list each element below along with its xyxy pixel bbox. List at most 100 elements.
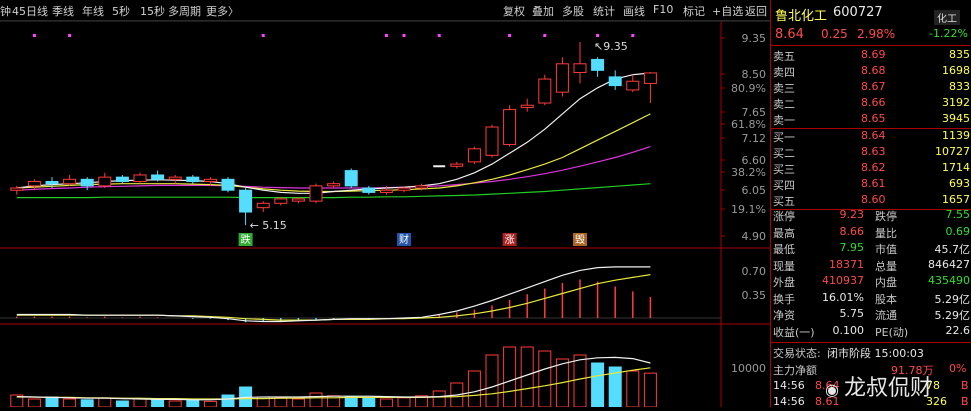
- stat-label: 股本: [875, 292, 897, 306]
- stat-value: 846427: [928, 257, 970, 271]
- toolbar-item[interactable]: 叠加: [532, 3, 554, 19]
- candle-body[interactable]: [221, 178, 235, 191]
- candle-body[interactable]: [133, 174, 147, 183]
- candle-body[interactable]: [309, 185, 323, 202]
- level-price: 8.64: [861, 129, 886, 142]
- candle-body[interactable]: [80, 178, 94, 187]
- candle-body[interactable]: [379, 189, 393, 193]
- candle-body[interactable]: [115, 176, 129, 183]
- candle-body[interactable]: [397, 187, 411, 191]
- toolbar-item[interactable]: 多周期: [168, 3, 201, 19]
- candle-body[interactable]: [151, 174, 165, 180]
- level-volume: 1139: [942, 129, 970, 142]
- divider: [771, 342, 971, 343]
- price-tick-label: 9.35: [742, 32, 767, 45]
- toolbar-item[interactable]: 返回: [745, 3, 767, 19]
- order-level: 买四 8.61 693: [771, 176, 971, 193]
- order-level: 卖五 8.69 835: [771, 47, 971, 64]
- candle-body[interactable]: [591, 58, 605, 71]
- last-price: 8.64: [775, 27, 804, 42]
- level-volume: 833: [949, 80, 970, 93]
- candle-body[interactable]: [503, 109, 517, 145]
- volume-bar: [538, 350, 552, 407]
- stock-name[interactable]: 鲁北化工: [775, 5, 827, 24]
- candle-body[interactable]: [573, 63, 587, 74]
- tick-time: 14:56: [773, 379, 805, 392]
- candle-body[interactable]: [485, 126, 499, 156]
- level-label: 卖五: [773, 50, 795, 63]
- sector-pct: -1.22%: [929, 27, 968, 40]
- candle-body[interactable]: [538, 78, 552, 104]
- toolbar-item[interactable]: 季线: [52, 3, 74, 19]
- signal-dot: [261, 34, 265, 37]
- toolbar-item[interactable]: 统计: [593, 3, 615, 19]
- chart-toolbar: 钟 45日线 季线 年线 5秒 15秒 多周期 更多〉 复权 叠加 多股 统计 画线 F10 标记 +自选 返回: [0, 0, 770, 21]
- kline-chart[interactable]: 9.358.5080.9%7.6561.8%7.126.6038.2%6.051…: [0, 20, 770, 407]
- stat-value: 9.23: [839, 208, 865, 221]
- level-label: 买一: [773, 131, 795, 144]
- candle-body[interactable]: [203, 178, 217, 183]
- level-price: 8.62: [861, 161, 886, 174]
- stock-header: 鲁北化工 600727 化工: [771, 4, 971, 26]
- candle-body[interactable]: [63, 178, 77, 185]
- level-price: 8.60: [861, 193, 886, 206]
- candle-body[interactable]: [291, 198, 305, 202]
- toolbar-item[interactable]: 标记: [683, 3, 705, 19]
- candle-body[interactable]: [608, 76, 622, 87]
- stat-value: 22.6: [945, 323, 971, 337]
- stat-value: 410937: [822, 274, 864, 287]
- volume-bar: [591, 362, 605, 407]
- candle-body[interactable]: [239, 189, 253, 213]
- candle-body[interactable]: [433, 165, 446, 168]
- level-price: 8.68: [861, 64, 886, 77]
- candle-body[interactable]: [415, 185, 429, 189]
- toolbar-item[interactable]: 5秒: [112, 3, 130, 19]
- toolbar-item[interactable]: 复权: [503, 3, 525, 19]
- weibo-icon: ◉: [825, 380, 845, 399]
- stat-value: 7.55: [945, 208, 971, 221]
- candle-body[interactable]: [626, 80, 640, 91]
- candle-body[interactable]: [168, 176, 182, 180]
- candle-body[interactable]: [98, 176, 112, 187]
- signal-dot: [543, 34, 547, 37]
- candle-body[interactable]: [10, 187, 24, 191]
- toolbar-item[interactable]: 多股: [562, 3, 584, 19]
- toolbar-item[interactable]: +自选: [712, 3, 743, 19]
- toolbar-item[interactable]: 更多〉: [206, 3, 239, 19]
- candle-body[interactable]: [327, 183, 341, 187]
- macd-tick-label: 0.35: [742, 289, 767, 302]
- toolbar-item[interactable]: 钟: [0, 3, 11, 19]
- level-volume: 3945: [942, 112, 970, 125]
- signal-dot: [402, 34, 406, 37]
- candle-body[interactable]: [555, 63, 569, 93]
- order-level: 卖一 8.65 3945: [771, 111, 971, 128]
- toolbar-item[interactable]: 画线: [623, 3, 645, 19]
- candle-body[interactable]: [256, 202, 270, 209]
- candle-body[interactable]: [274, 198, 288, 204]
- tick-time: 14:56: [773, 395, 805, 408]
- stat-label: 净资: [773, 309, 795, 322]
- toolbar-item[interactable]: F10: [653, 3, 673, 16]
- candle-body[interactable]: [186, 176, 200, 183]
- candle-body[interactable]: [450, 163, 464, 167]
- toolbar-item[interactable]: 15秒: [140, 3, 165, 19]
- price-change: 0.25: [821, 27, 848, 41]
- candle-body[interactable]: [45, 181, 59, 185]
- candle-body[interactable]: [520, 104, 534, 108]
- candle-body[interactable]: [467, 148, 481, 163]
- sector-name[interactable]: 化工: [934, 10, 960, 25]
- toolbar-item[interactable]: 45日线: [12, 3, 48, 19]
- macd-dea-line: [16, 274, 651, 321]
- stat-label: 最低: [773, 243, 795, 256]
- candle-body[interactable]: [27, 181, 41, 187]
- candle-body[interactable]: [643, 72, 657, 84]
- toolbar-item[interactable]: 年线: [82, 3, 104, 19]
- vol-ma-line-white: [16, 356, 651, 401]
- candle-body[interactable]: [362, 187, 376, 193]
- volume-bar: [186, 399, 200, 407]
- candle-body[interactable]: [344, 170, 358, 187]
- level-volume: 693: [949, 177, 970, 190]
- volume-bar: [397, 397, 411, 407]
- tick-direction: B: [961, 379, 969, 392]
- high-label: ↖9.35: [594, 40, 628, 53]
